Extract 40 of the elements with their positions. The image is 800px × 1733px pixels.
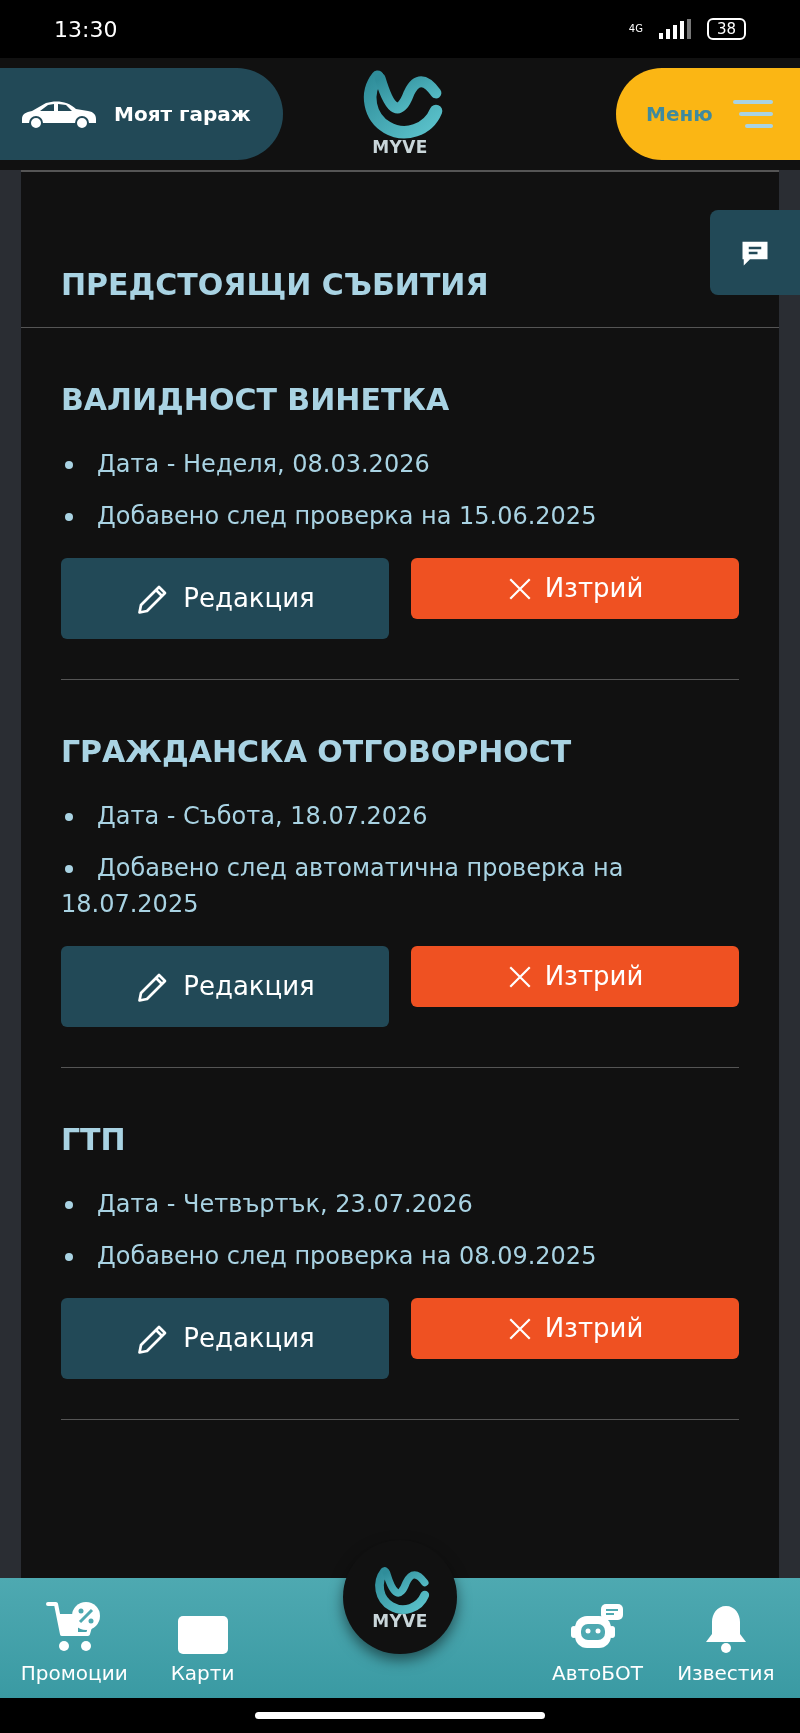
- logo-text: MYVE: [372, 1612, 428, 1630]
- menu-button[interactable]: Меню: [616, 68, 800, 160]
- nav-item[interactable]: Карти: [138, 1588, 267, 1688]
- logo-text: MYVE: [372, 138, 428, 156]
- menu-icon: [732, 100, 773, 128]
- bell-icon: [704, 1604, 747, 1654]
- bullet-icon: [65, 513, 73, 521]
- event-detail: Дата - Събота, 18.07.2026: [61, 798, 739, 834]
- nav-item[interactable]: АвтоБОТ: [533, 1588, 662, 1688]
- bullet-icon: [65, 813, 73, 821]
- chat-button[interactable]: [710, 210, 800, 295]
- event-detail: Дата - Четвъртък, 23.07.2026: [61, 1186, 739, 1222]
- nav-item[interactable]: Известия: [661, 1588, 790, 1688]
- event-title: ВАЛИДНОСТ ВИНЕТКА: [61, 381, 451, 419]
- event-detail: Дата - Неделя, 08.03.2026: [61, 446, 739, 482]
- event-detail: Добавено след проверка на 08.09.2025: [61, 1238, 739, 1274]
- nav-item[interactable]: Промоции: [10, 1588, 139, 1688]
- edit-button[interactable]: Редакция: [61, 1298, 389, 1379]
- event-detail: Добавено след проверка на 15.06.2025: [61, 498, 739, 534]
- event-title: ГТП: [61, 1121, 127, 1159]
- bullet-icon: [65, 461, 73, 469]
- home-logo-button[interactable]: MYVE: [343, 1540, 457, 1654]
- delete-button[interactable]: Изтрий: [411, 1298, 739, 1359]
- cart-percent-icon: [46, 1600, 103, 1654]
- edit-button[interactable]: Редакция: [61, 946, 389, 1027]
- bullet-icon: [65, 1201, 73, 1209]
- bullet-icon: [65, 1253, 73, 1261]
- status-time: 13:30: [54, 15, 118, 44]
- bullet-icon: [65, 865, 73, 873]
- car-icon: [20, 99, 98, 129]
- event-detail: Добавено след автоматична проверка на 18.07.2025: [61, 853, 625, 920]
- section-heading: ПРЕДСТОЯЩИ СЪБИТИЯ: [60, 266, 490, 304]
- event-title: ГРАЖДАНСКА ОТГОВОРНОСТ: [61, 733, 573, 771]
- delete-button[interactable]: Изтрий: [411, 946, 739, 1007]
- card-icon: [177, 1616, 228, 1654]
- garage-button[interactable]: Моят гараж: [0, 68, 283, 160]
- battery-indicator: 38: [706, 18, 746, 40]
- delete-button[interactable]: Изтрий: [411, 558, 739, 619]
- network-type: 4G: [628, 24, 643, 34]
- edit-button[interactable]: Редакция: [61, 558, 389, 639]
